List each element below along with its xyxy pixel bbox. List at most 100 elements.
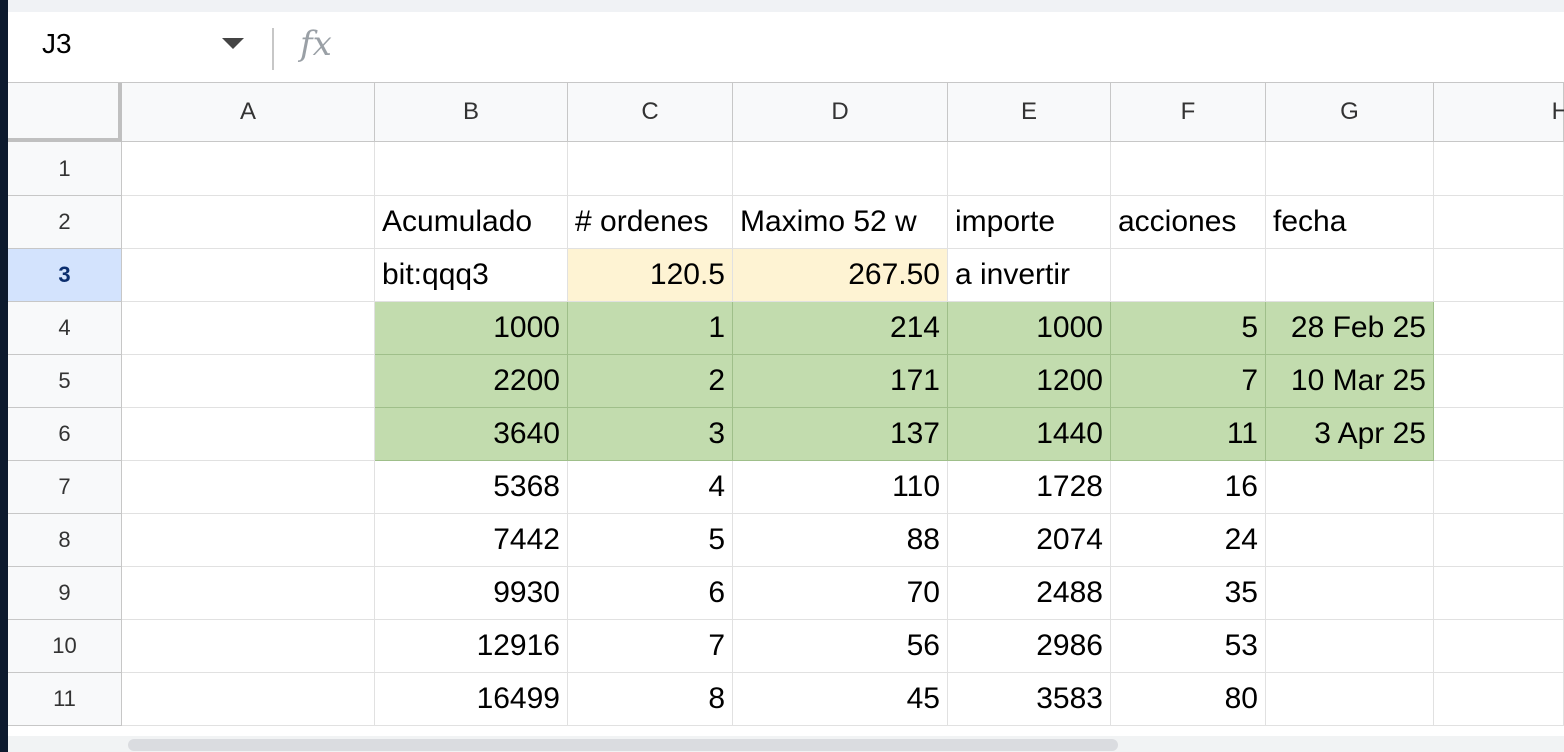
cell-f6[interactable]: 11 bbox=[1111, 408, 1266, 461]
cell-d2[interactable]: Maximo 52 w bbox=[733, 196, 948, 249]
grid-cell[interactable] bbox=[1434, 196, 1564, 249]
grid-cell[interactable] bbox=[122, 302, 375, 355]
grid-cell[interactable] bbox=[375, 142, 568, 196]
cell-g6[interactable]: 3 Apr 25 bbox=[1266, 408, 1434, 461]
cell-d3[interactable]: 267.50 bbox=[733, 249, 948, 302]
grid-cell[interactable] bbox=[122, 673, 375, 726]
grid-cell[interactable] bbox=[1434, 302, 1564, 355]
cell-f8[interactable]: 24 bbox=[1111, 514, 1266, 567]
cell-e6[interactable]: 1440 bbox=[948, 408, 1111, 461]
grid-cell[interactable] bbox=[1434, 355, 1564, 408]
cell-f11[interactable]: 80 bbox=[1111, 673, 1266, 726]
cell-b2[interactable]: Acumulado bbox=[375, 196, 568, 249]
cell-f9[interactable]: 35 bbox=[1111, 567, 1266, 620]
cell-c4[interactable]: 1 bbox=[568, 302, 733, 355]
cell-g5[interactable]: 10 Mar 25 bbox=[1266, 355, 1434, 408]
cell-f7[interactable]: 16 bbox=[1111, 461, 1266, 514]
cell-e3[interactable]: a invertir bbox=[948, 249, 1111, 302]
grid-cell[interactable] bbox=[1434, 249, 1564, 302]
grid-cell[interactable] bbox=[1434, 408, 1564, 461]
grid-cell[interactable] bbox=[1434, 514, 1564, 567]
select-all-corner[interactable] bbox=[8, 83, 122, 142]
grid-cell[interactable] bbox=[568, 142, 733, 196]
grid-cell[interactable] bbox=[1434, 620, 1564, 673]
cell-b3[interactable]: bit:qqq3 bbox=[375, 249, 568, 302]
cell-c5[interactable]: 2 bbox=[568, 355, 733, 408]
row-header-2[interactable]: 2 bbox=[8, 196, 122, 249]
grid-cell[interactable] bbox=[122, 514, 375, 567]
column-header-b[interactable]: B bbox=[375, 83, 568, 142]
row-header-9[interactable]: 9 bbox=[8, 567, 122, 620]
column-header-h[interactable]: H bbox=[1434, 83, 1564, 142]
column-header-a[interactable]: A bbox=[122, 83, 375, 142]
grid-cell[interactable] bbox=[122, 142, 375, 196]
column-header-f[interactable]: F bbox=[1111, 83, 1266, 142]
cell-f5[interactable]: 7 bbox=[1111, 355, 1266, 408]
row-header-6[interactable]: 6 bbox=[8, 408, 122, 461]
grid-cell[interactable] bbox=[1266, 673, 1434, 726]
horizontal-scrollbar-thumb[interactable] bbox=[128, 739, 1118, 751]
cell-e7[interactable]: 1728 bbox=[948, 461, 1111, 514]
grid-cell[interactable] bbox=[122, 461, 375, 514]
cell-g2[interactable]: fecha bbox=[1266, 196, 1434, 249]
cell-d11[interactable]: 45 bbox=[733, 673, 948, 726]
grid-cell[interactable] bbox=[733, 142, 948, 196]
cell-c6[interactable]: 3 bbox=[568, 408, 733, 461]
cell-f2[interactable]: acciones bbox=[1111, 196, 1266, 249]
cell-f10[interactable]: 53 bbox=[1111, 620, 1266, 673]
grid-cell[interactable] bbox=[1434, 142, 1564, 196]
grid-cell[interactable] bbox=[122, 620, 375, 673]
cell-e10[interactable]: 2986 bbox=[948, 620, 1111, 673]
cell-d4[interactable]: 214 bbox=[733, 302, 948, 355]
row-header-4[interactable]: 4 bbox=[8, 302, 122, 355]
cell-f4[interactable]: 5 bbox=[1111, 302, 1266, 355]
cell-c7[interactable]: 4 bbox=[568, 461, 733, 514]
row-header-3[interactable]: 3 bbox=[8, 249, 122, 302]
grid-cell[interactable] bbox=[122, 567, 375, 620]
cell-b9[interactable]: 9930 bbox=[375, 567, 568, 620]
cell-b7[interactable]: 5368 bbox=[375, 461, 568, 514]
column-header-d[interactable]: D bbox=[733, 83, 948, 142]
cell-e11[interactable]: 3583 bbox=[948, 673, 1111, 726]
cell-b10[interactable]: 12916 bbox=[375, 620, 568, 673]
grid-cell[interactable] bbox=[1434, 567, 1564, 620]
column-header-g[interactable]: G bbox=[1266, 83, 1434, 142]
grid-cell[interactable] bbox=[1266, 461, 1434, 514]
cell-b11[interactable]: 16499 bbox=[375, 673, 568, 726]
row-header-1[interactable]: 1 bbox=[8, 142, 122, 196]
grid-cell[interactable] bbox=[1266, 620, 1434, 673]
grid-cell[interactable] bbox=[1111, 249, 1266, 302]
chevron-down-icon[interactable] bbox=[222, 38, 244, 49]
row-header-8[interactable]: 8 bbox=[8, 514, 122, 567]
grid-cell[interactable] bbox=[1434, 673, 1564, 726]
cell-d10[interactable]: 56 bbox=[733, 620, 948, 673]
grid-cell[interactable] bbox=[1266, 249, 1434, 302]
cell-c8[interactable]: 5 bbox=[568, 514, 733, 567]
row-header-7[interactable]: 7 bbox=[8, 461, 122, 514]
grid-cell[interactable] bbox=[122, 196, 375, 249]
cell-g4[interactable]: 28 Feb 25 bbox=[1266, 302, 1434, 355]
grid-cell[interactable] bbox=[1434, 461, 1564, 514]
cell-b5[interactable]: 2200 bbox=[375, 355, 568, 408]
cell-c9[interactable]: 6 bbox=[568, 567, 733, 620]
cell-d9[interactable]: 70 bbox=[733, 567, 948, 620]
row-header-10[interactable]: 10 bbox=[8, 620, 122, 673]
cell-e8[interactable]: 2074 bbox=[948, 514, 1111, 567]
cell-e4[interactable]: 1000 bbox=[948, 302, 1111, 355]
cell-b6[interactable]: 3640 bbox=[375, 408, 568, 461]
cell-e5[interactable]: 1200 bbox=[948, 355, 1111, 408]
cell-b8[interactable]: 7442 bbox=[375, 514, 568, 567]
cell-e9[interactable]: 2488 bbox=[948, 567, 1111, 620]
grid-cell[interactable] bbox=[1266, 142, 1434, 196]
grid-cell[interactable] bbox=[122, 408, 375, 461]
cell-d8[interactable]: 88 bbox=[733, 514, 948, 567]
cell-e2[interactable]: importe bbox=[948, 196, 1111, 249]
grid-cell[interactable] bbox=[122, 355, 375, 408]
name-box[interactable]: J3 bbox=[42, 28, 72, 60]
cell-c3[interactable]: 120.5 bbox=[568, 249, 733, 302]
cell-d6[interactable]: 137 bbox=[733, 408, 948, 461]
cell-c2[interactable]: # ordenes bbox=[568, 196, 733, 249]
grid-cell[interactable] bbox=[1266, 514, 1434, 567]
cell-d7[interactable]: 110 bbox=[733, 461, 948, 514]
column-header-e[interactable]: E bbox=[948, 83, 1111, 142]
